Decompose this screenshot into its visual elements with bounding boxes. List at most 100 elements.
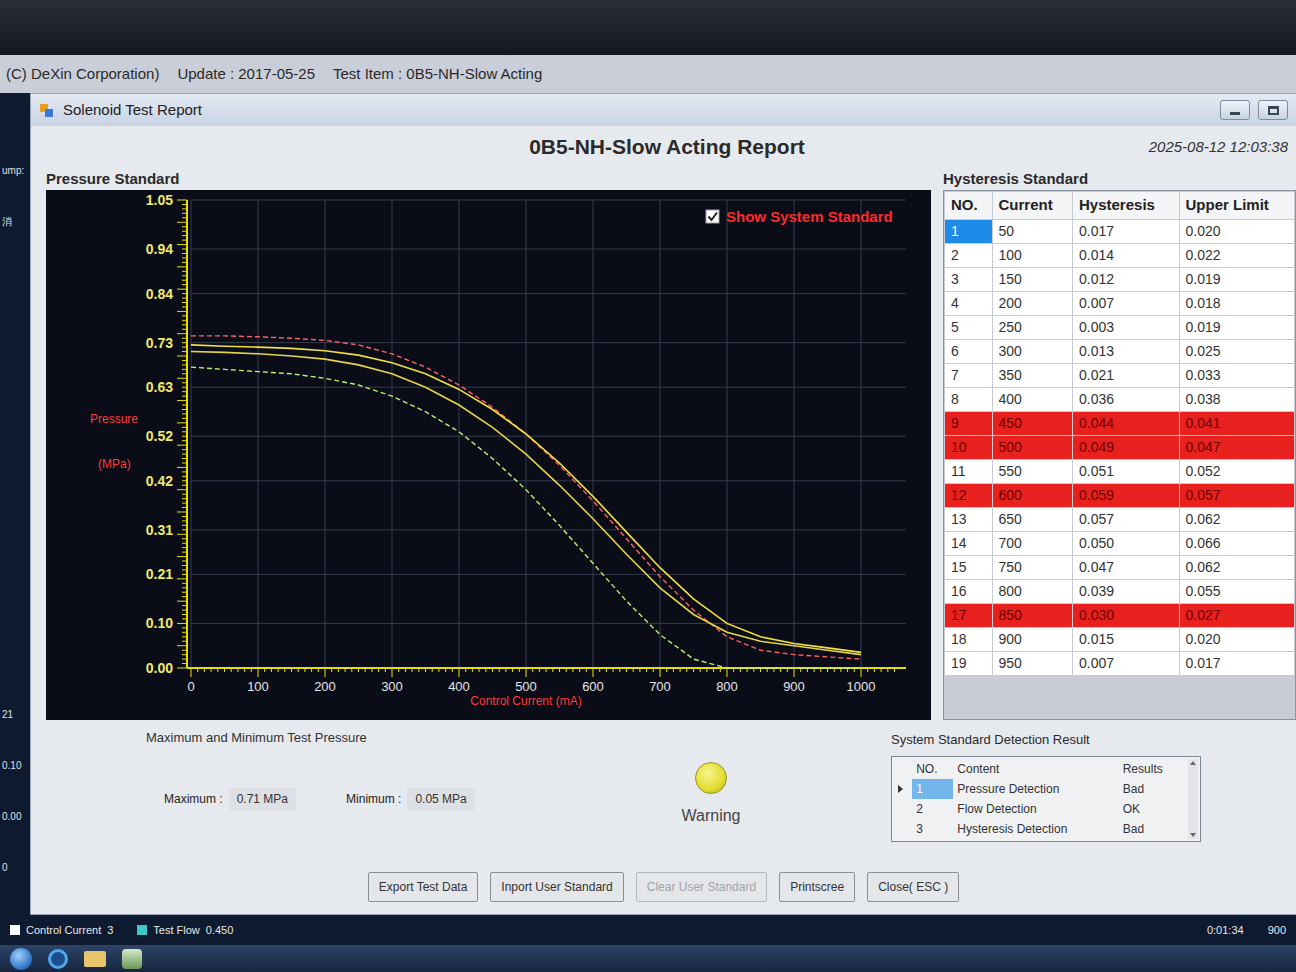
hysteresis-row[interactable]: 178500.0300.027 bbox=[945, 604, 1295, 628]
scroll-up-icon[interactable] bbox=[1190, 761, 1196, 765]
hysteresis-cell: 0.059 bbox=[1073, 484, 1180, 508]
upper-limit-cell: 0.062 bbox=[1179, 556, 1294, 580]
y-tick-label: 0.31 bbox=[146, 522, 173, 538]
row-number[interactable]: 4 bbox=[945, 292, 993, 316]
background-app-edge: ump:消 210.100.000 bbox=[0, 93, 30, 915]
row-number[interactable]: 3 bbox=[912, 819, 953, 839]
row-number[interactable]: 9 bbox=[945, 412, 993, 436]
checkbox-box[interactable] bbox=[706, 210, 719, 223]
table-head: NO.ContentResults bbox=[894, 759, 1186, 779]
action-button[interactable]: Printscree bbox=[779, 872, 855, 902]
row-number[interactable]: 15 bbox=[945, 556, 993, 580]
legend-item: Test Flow0.450 bbox=[137, 922, 233, 939]
current-cell: 700 bbox=[992, 532, 1072, 556]
row-number[interactable]: 14 bbox=[945, 532, 993, 556]
upper-limit-cell: 0.055 bbox=[1179, 580, 1294, 604]
hysteresis-row[interactable]: 189000.0150.020 bbox=[945, 628, 1295, 652]
hysteresis-row[interactable]: 136500.0570.062 bbox=[945, 508, 1295, 532]
hysteresis-row[interactable]: 1500.0170.020 bbox=[945, 220, 1295, 244]
minimize-button[interactable] bbox=[1220, 100, 1250, 120]
hysteresis-row[interactable]: 31500.0120.019 bbox=[945, 268, 1295, 292]
row-number[interactable]: 1 bbox=[912, 779, 953, 799]
row-number[interactable]: 19 bbox=[945, 652, 993, 676]
hysteresis-cell: 0.057 bbox=[1073, 508, 1180, 532]
action-button[interactable]: Close( ESC ) bbox=[867, 872, 959, 902]
row-number[interactable]: 13 bbox=[945, 508, 993, 532]
hysteresis-row[interactable]: 84000.0360.038 bbox=[945, 388, 1295, 412]
row-number[interactable]: 10 bbox=[945, 436, 993, 460]
hysteresis-row[interactable]: 21000.0140.022 bbox=[945, 244, 1295, 268]
hysteresis-cell: 0.007 bbox=[1073, 652, 1180, 676]
row-number[interactable]: 17 bbox=[945, 604, 993, 628]
y-tick-label: 0.42 bbox=[146, 473, 173, 489]
show-standard-checkbox[interactable]: Show System Standard bbox=[706, 208, 893, 225]
hysteresis-cell: 0.030 bbox=[1073, 604, 1180, 628]
hysteresis-row[interactable]: 147000.0500.066 bbox=[945, 532, 1295, 556]
row-number[interactable]: 2 bbox=[912, 799, 953, 819]
row-number[interactable]: 1 bbox=[945, 220, 993, 244]
hysteresis-row[interactable]: 52500.0030.019 bbox=[945, 316, 1295, 340]
y-tick-label: 0.00 bbox=[146, 660, 173, 676]
hysteresis-row[interactable]: 199500.0070.017 bbox=[945, 652, 1295, 676]
row-number[interactable]: 2 bbox=[945, 244, 993, 268]
minimum-group: Minimum :0.05 MPa bbox=[346, 788, 475, 810]
x-tick-label: 300 bbox=[381, 679, 403, 694]
row-number[interactable]: 5 bbox=[945, 316, 993, 340]
hysteresis-row[interactable]: 168000.0390.055 bbox=[945, 580, 1295, 604]
row-number[interactable]: 11 bbox=[945, 460, 993, 484]
hysteresis-row[interactable]: 115500.0510.052 bbox=[945, 460, 1295, 484]
content-cell: Pressure Detection bbox=[953, 779, 1118, 799]
test-app-icon[interactable] bbox=[122, 949, 142, 969]
background-label: 21 bbox=[2, 707, 28, 722]
result-cell: Bad bbox=[1119, 779, 1186, 799]
chart-area: 1.050.940.840.730.630.520.420.310.210.10… bbox=[46, 190, 931, 720]
hysteresis-cell: 0.050 bbox=[1073, 532, 1180, 556]
folder-icon[interactable] bbox=[84, 951, 106, 967]
start-orb-icon[interactable] bbox=[10, 948, 32, 970]
column-header: Results bbox=[1119, 759, 1186, 779]
hysteresis-row[interactable]: 126000.0590.057 bbox=[945, 484, 1295, 508]
row-number[interactable]: 18 bbox=[945, 628, 993, 652]
scroll-down-icon[interactable] bbox=[1190, 833, 1196, 837]
action-button[interactable]: Clear User Standard bbox=[636, 872, 767, 902]
row-number[interactable]: 12 bbox=[945, 484, 993, 508]
maximum-group: Maximum :0.71 MPa bbox=[164, 788, 296, 810]
row-number[interactable]: 16 bbox=[945, 580, 993, 604]
hysteresis-row[interactable]: 73500.0210.033 bbox=[945, 364, 1295, 388]
action-button[interactable]: Export Test Data bbox=[368, 872, 479, 902]
action-button[interactable]: Inport User Standard bbox=[490, 872, 623, 902]
result-cell: Bad bbox=[1119, 819, 1186, 839]
row-number[interactable]: 3 bbox=[945, 268, 993, 292]
status-label: Warning bbox=[682, 804, 741, 828]
result-cell: OK bbox=[1119, 799, 1186, 819]
background-legend-strip: Control Current3Test Flow0.450 0:01:3490… bbox=[0, 915, 1296, 945]
y-tick-label: 0.10 bbox=[146, 615, 173, 631]
legend-label: Control Current bbox=[26, 922, 101, 939]
column-header: Upper Limit bbox=[1179, 192, 1294, 220]
hysteresis-row[interactable]: 94500.0440.041 bbox=[945, 412, 1295, 436]
row-number[interactable]: 7 bbox=[945, 364, 993, 388]
hysteresis-row[interactable]: 42000.0070.018 bbox=[945, 292, 1295, 316]
minimum-label: Minimum : bbox=[346, 790, 401, 808]
background-label: 消 bbox=[2, 214, 28, 229]
hysteresis-row[interactable]: 63000.0130.025 bbox=[945, 340, 1295, 364]
hysteresis-cell: 0.014 bbox=[1073, 244, 1180, 268]
x-tick-label: 800 bbox=[716, 679, 738, 694]
maximize-button[interactable] bbox=[1258, 100, 1288, 120]
hysteresis-cell: 0.049 bbox=[1073, 436, 1180, 460]
checkbox-label[interactable]: Show System Standard bbox=[726, 208, 893, 225]
detection-title: System Standard Detection Result bbox=[891, 730, 1201, 750]
scrollbar[interactable] bbox=[1188, 759, 1198, 839]
row-number[interactable]: 8 bbox=[945, 388, 993, 412]
upper-limit-cell: 0.057 bbox=[1179, 484, 1294, 508]
detection-row[interactable]: 1Pressure DetectionBad bbox=[894, 779, 1186, 799]
hysteresis-row[interactable]: 105000.0490.047 bbox=[945, 436, 1295, 460]
upper-limit-cell: 0.020 bbox=[1179, 628, 1294, 652]
detection-row[interactable]: 3Hysteresis DetectionBad bbox=[894, 819, 1186, 839]
hysteresis-row[interactable]: 157500.0470.062 bbox=[945, 556, 1295, 580]
row-number[interactable]: 6 bbox=[945, 340, 993, 364]
hysteresis-cell: 0.039 bbox=[1073, 580, 1180, 604]
column-header: NO. bbox=[945, 192, 993, 220]
detection-row[interactable]: 2Flow DetectionOK bbox=[894, 799, 1186, 819]
browser-icon[interactable] bbox=[48, 949, 68, 969]
